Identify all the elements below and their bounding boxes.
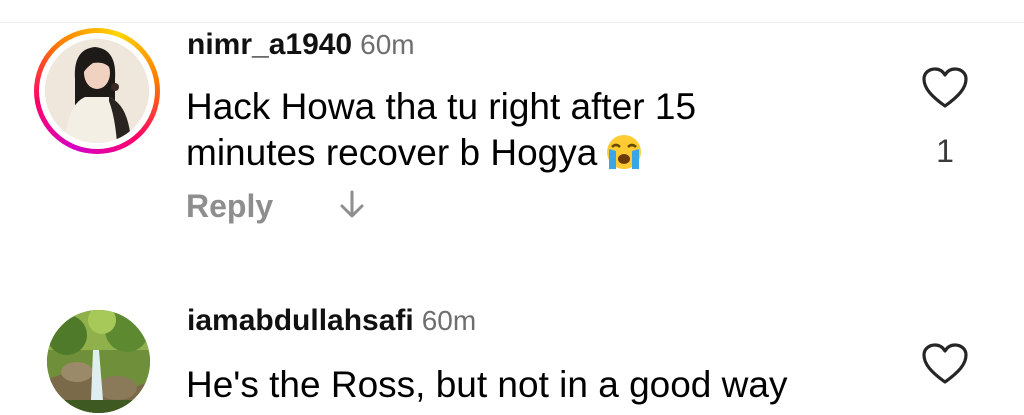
reply-button[interactable]: Reply [186, 188, 273, 224]
comment-text-content: He's the Ross, but not in a good way [186, 364, 788, 405]
like-count: 1 [936, 133, 954, 169]
like-area [915, 342, 975, 391]
like-area: 1 [915, 66, 975, 170]
avatar-story-ring[interactable] [34, 28, 160, 154]
timestamp: 60m [421, 305, 477, 336]
comment-item: nimr_a1940 60m Hack Howa tha tu right aft… [0, 0, 1024, 260]
comment-text: Hack Howa tha tu right after 15 minutes … [186, 84, 826, 182]
heart-outline-icon[interactable] [915, 66, 975, 115]
comment-header: iamabdullahsafi 60m [187, 304, 476, 338]
comment-text: He's the Ross, but not in a good way [186, 362, 886, 408]
username[interactable]: nimr_a1940 [187, 28, 352, 61]
timestamp: 60m [360, 29, 415, 60]
comment-header: nimr_a1940 60m [187, 28, 415, 62]
loudly-crying-face-icon [603, 133, 645, 182]
username[interactable]: iamabdullahsafi [187, 304, 414, 337]
arrow-down-icon[interactable] [339, 189, 365, 224]
avatar[interactable] [47, 310, 150, 413]
comment-item: iamabdullahsafi 60m He's the Ross, but no… [0, 300, 1024, 415]
avatar [45, 39, 149, 143]
comment-actions: Reply [186, 188, 365, 232]
heart-outline-icon[interactable] [915, 342, 975, 391]
